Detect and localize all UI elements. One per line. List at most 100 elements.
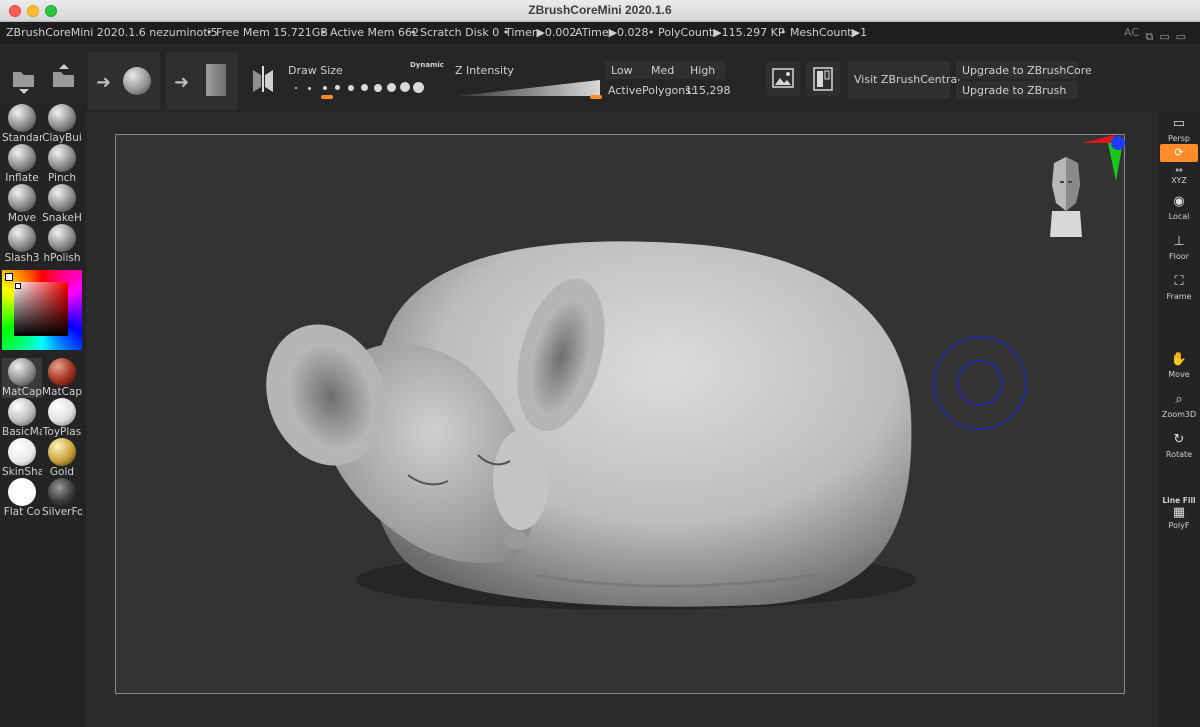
- local-icon: ◉: [1173, 194, 1185, 209]
- brush-snakehook[interactable]: SnakeH: [42, 184, 82, 224]
- rotate-view-button[interactable]: ↻ Rotate: [1160, 430, 1198, 464]
- top-toolbar: ➜ ➜ Draw Size Dynamic Z Intensity Low Me…: [0, 44, 1200, 113]
- color-swatch-main[interactable]: [5, 273, 13, 281]
- polycount-label: • PolyCount▶115.297 KP: [648, 26, 785, 39]
- zoom-icon: ⌕: [1175, 392, 1183, 407]
- toyplastic-material-icon: [48, 398, 76, 426]
- move-label: Move: [1168, 370, 1190, 379]
- flatcolor-material-icon: [8, 478, 36, 506]
- image-plane-icon[interactable]: [766, 62, 800, 96]
- move-hand-icon: ✋: [1170, 352, 1188, 367]
- local-button[interactable]: ◉ Local: [1160, 192, 1198, 226]
- refresh-icon: ⟳: [1174, 146, 1184, 159]
- slash3-brush-icon: [8, 224, 36, 252]
- upgrade-zbrushcore-button[interactable]: Upgrade to ZBrushCore: [956, 61, 1092, 79]
- material-basic[interactable]: BasicMa: [2, 398, 42, 438]
- window-title: ZBrushCoreMini 2020.1.6: [528, 3, 672, 17]
- skinshade-material-icon: [8, 438, 36, 466]
- brush-slash3[interactable]: Slash3: [2, 224, 42, 264]
- silverfoil-material-icon: [48, 478, 76, 506]
- gold-material-icon: [48, 438, 76, 466]
- pinch-brush-icon: [48, 144, 76, 172]
- texture-selector[interactable]: ➜: [166, 52, 238, 110]
- material-label: Flat Co: [3, 506, 41, 518]
- persp-label: Persp: [1168, 134, 1190, 143]
- persp-button[interactable]: ▭ Persp: [1160, 114, 1198, 148]
- material-skinshade[interactable]: SkinSha: [2, 438, 42, 478]
- status-bar: ZBrushCoreMini 2020.1.6 nezuminoti5 • Fr…: [0, 22, 1200, 44]
- cube-tool-icon: [206, 64, 226, 96]
- material-flatcolor[interactable]: Flat Co: [2, 478, 42, 518]
- basic-material-icon: [8, 398, 36, 426]
- snakehook-brush-icon: [48, 184, 76, 212]
- frame-label: Frame: [1166, 292, 1192, 301]
- brush-pinch[interactable]: Pinch: [42, 144, 82, 184]
- persp-icon: ▭: [1172, 116, 1186, 131]
- dynamic-label[interactable]: Dynamic: [410, 61, 444, 69]
- floor-label: Floor: [1169, 252, 1189, 261]
- draw-size-slider[interactable]: [290, 80, 440, 100]
- visit-zbrushcentral-button[interactable]: Visit ZBrushCentral: [848, 61, 960, 99]
- active-polygons-label: ActivePolygons:: [608, 84, 695, 97]
- polyframe-button[interactable]: Line Fill ▦ PolyF: [1160, 496, 1198, 532]
- material-toyplastic[interactable]: ToyPlas: [42, 398, 82, 438]
- move-view-button[interactable]: ✋ Move: [1160, 350, 1198, 384]
- matcap-gray-icon: [8, 358, 36, 386]
- floor-icon: ⊥: [1173, 234, 1185, 249]
- draw-size-label: Draw Size: [288, 64, 343, 77]
- floor-button[interactable]: ⊥ Floor: [1160, 232, 1198, 266]
- title-bar: ZBrushCoreMini 2020.1.6: [0, 0, 1200, 22]
- rotate-label: Rotate: [1165, 450, 1193, 459]
- axis-gizmo[interactable]: [1078, 135, 1126, 185]
- color-picker[interactable]: [2, 270, 82, 350]
- material-gold[interactable]: Gold: [42, 438, 82, 478]
- zoom3d-label: Zoom3D: [1161, 410, 1197, 419]
- upgrade-zbrush-label: Upgrade to ZBrush: [962, 84, 1067, 97]
- scratch-disk-label: • Scratch Disk 0 •: [410, 26, 510, 39]
- xyz-icon: ⇔: [1175, 166, 1183, 176]
- color-square[interactable]: [14, 282, 68, 336]
- active-polygons-value: 115,298: [685, 84, 731, 97]
- document-canvas[interactable]: [115, 134, 1125, 694]
- active-mem-label: • Active Mem 662: [320, 26, 419, 39]
- brush-hpolish[interactable]: hPolish: [42, 224, 82, 264]
- brush-claybuildup[interactable]: ClayBui: [42, 104, 82, 144]
- polyf-icon: ▦: [1172, 505, 1186, 520]
- med-button[interactable]: Med: [651, 64, 674, 77]
- z-intensity-slider[interactable]: [460, 78, 604, 100]
- zbrush-window: ZBrushCoreMini 2020.1.6 ZBrushCoreMini 2…: [0, 0, 1200, 727]
- z-intensity-label: Z Intensity: [455, 64, 514, 77]
- symmetry-icon[interactable]: [250, 64, 276, 94]
- brush-standard[interactable]: Standar: [2, 104, 42, 144]
- local-label: Local: [1168, 212, 1190, 221]
- xyz-label: XYZ: [1171, 176, 1187, 185]
- tool-selector[interactable]: ➜: [88, 52, 160, 110]
- color-cursor: [15, 283, 21, 289]
- visit-zbrushcentral-label: Visit ZBrushCentral: [854, 73, 961, 86]
- spotlight-icon[interactable]: [806, 62, 840, 96]
- claybuildup-brush-icon: [48, 104, 76, 132]
- frame-button[interactable]: ⛶ Frame: [1160, 272, 1198, 306]
- arrow-icon: ➜: [174, 72, 190, 93]
- material-matcap-red[interactable]: MatCap: [42, 358, 82, 398]
- inflate-brush-icon: [8, 144, 36, 172]
- right-shelf: ▭ Persp ⟳ ⇔ XYZ ◉ Local ⊥ Floor ⛶ Frame …: [1158, 112, 1200, 727]
- arrow-icon: ➜: [96, 72, 112, 93]
- hpolish-brush-icon: [48, 224, 76, 252]
- brush-move[interactable]: Move: [2, 184, 42, 224]
- sym-orbit-button[interactable]: ⟳: [1160, 144, 1198, 162]
- save-file-icon[interactable]: [50, 64, 78, 94]
- open-file-icon[interactable]: [10, 64, 38, 94]
- zoom3d-button[interactable]: ⌕ Zoom3D: [1160, 390, 1198, 424]
- low-button[interactable]: Low: [611, 64, 633, 77]
- material-silverfoil[interactable]: SilverFo: [42, 478, 82, 518]
- polyf-label: PolyF: [1168, 521, 1190, 530]
- upgrade-zbrush-button[interactable]: Upgrade to ZBrush: [956, 81, 1078, 99]
- rotate-icon: ↻: [1173, 432, 1185, 447]
- material-label: SilverFo: [42, 506, 82, 518]
- sphere-tool-icon: [123, 67, 151, 95]
- high-button[interactable]: High: [690, 64, 715, 77]
- brush-inflate[interactable]: Inflate: [2, 144, 42, 184]
- upgrade-zbrushcore-label: Upgrade to ZBrushCore: [962, 64, 1092, 77]
- material-matcap-gray[interactable]: MatCap: [2, 358, 42, 398]
